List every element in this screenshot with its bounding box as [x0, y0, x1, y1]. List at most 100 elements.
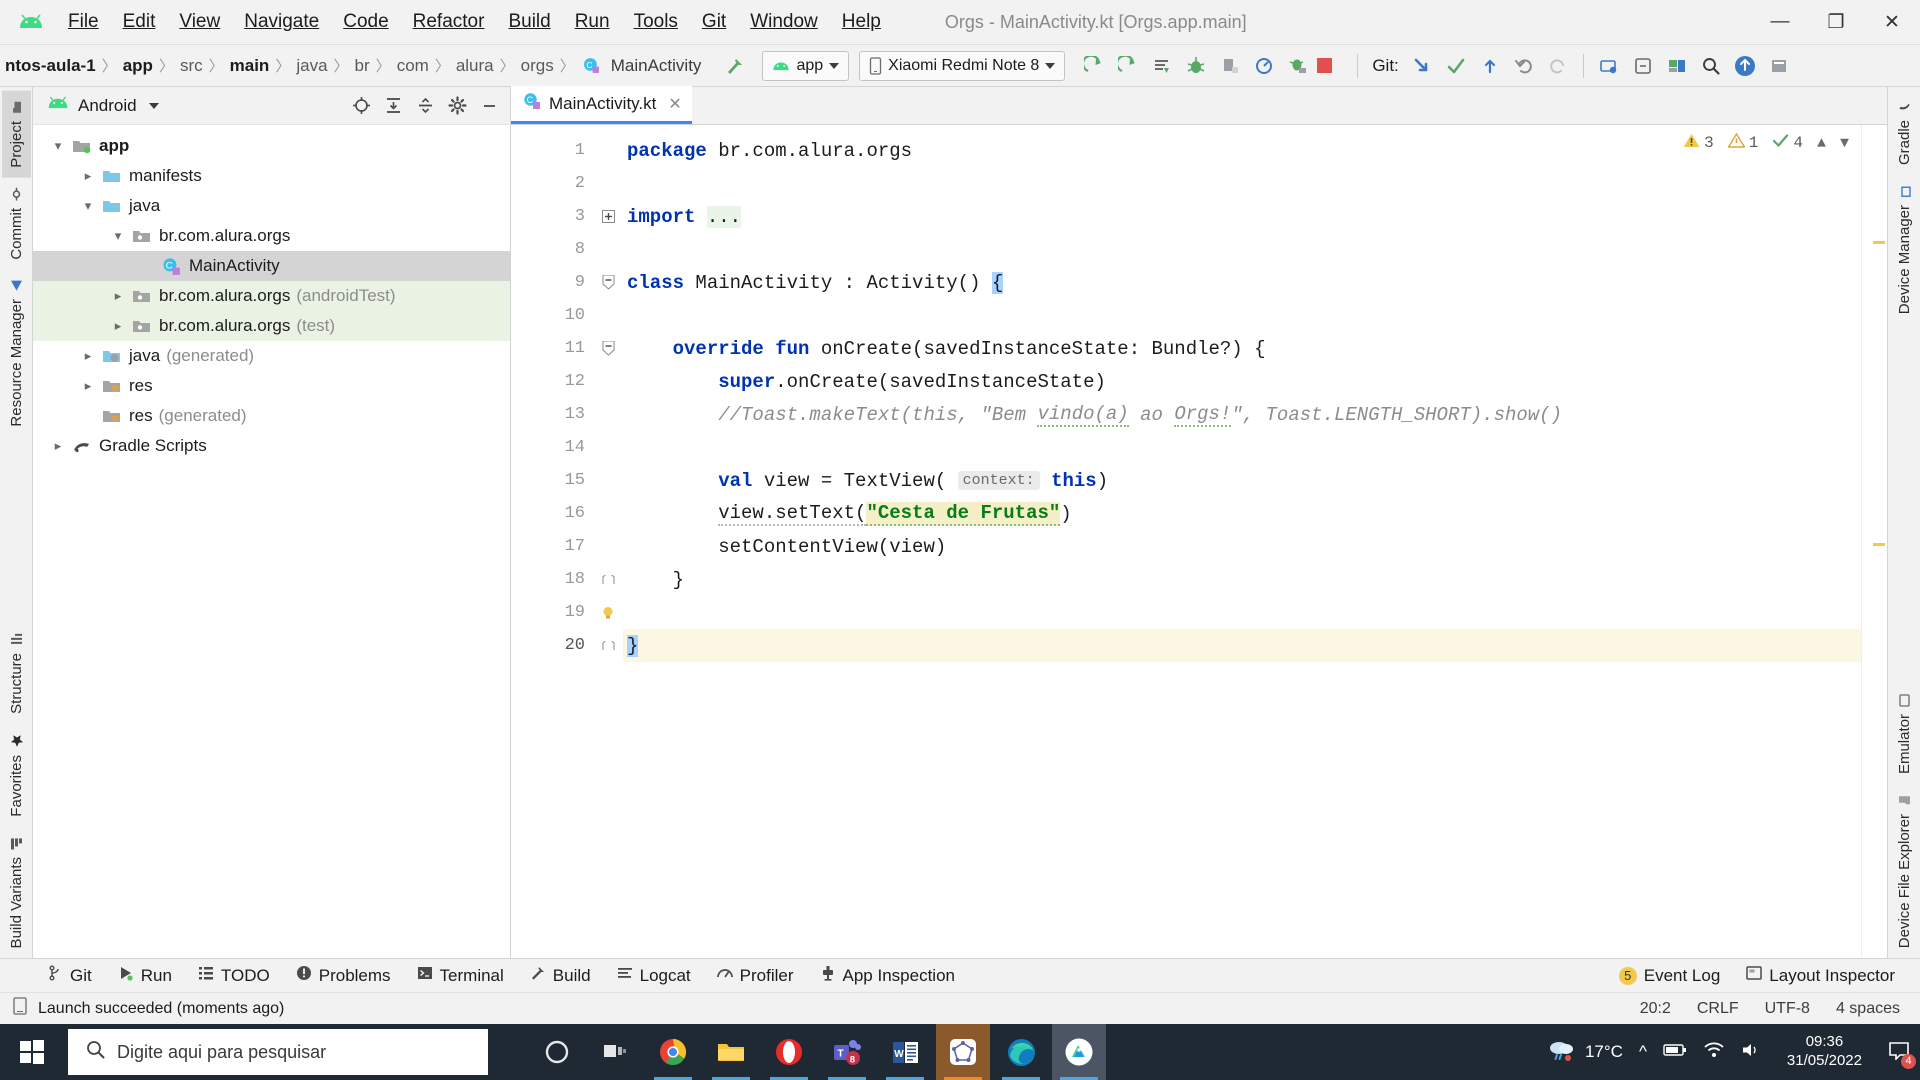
build-hammer-icon[interactable]	[718, 51, 752, 81]
tree-node-manifests[interactable]: ▸ manifests	[33, 161, 510, 191]
chevron-down-icon[interactable]: ▼	[1840, 135, 1849, 152]
inspection-ok-count[interactable]: 4	[1772, 133, 1803, 153]
search-icon[interactable]	[1694, 51, 1728, 81]
menu-navigate[interactable]: Navigate	[232, 7, 331, 37]
user-account-icon[interactable]	[1728, 51, 1762, 81]
run-with-coverage-icon[interactable]	[1281, 51, 1315, 81]
sidebar-item-resource-manager[interactable]: Resource Manager	[2, 269, 31, 437]
chrome-icon[interactable]	[646, 1024, 700, 1080]
error-stripe-markers[interactable]	[1861, 125, 1887, 958]
opera-icon[interactable]	[762, 1024, 816, 1080]
menu-view[interactable]: View	[167, 7, 232, 37]
code-content[interactable]: package br.com.alura.orgs import ... cla…	[623, 125, 1887, 958]
tool-window-event-log[interactable]: 5 Event Log	[1608, 963, 1732, 989]
breadcrumb-app[interactable]: app	[118, 54, 158, 78]
sidebar-item-commit[interactable]: Commit	[2, 178, 31, 270]
notifications-icon[interactable]	[1762, 51, 1796, 81]
sidebar-item-favorites[interactable]: Favorites	[2, 724, 31, 827]
tool-window-problems[interactable]: Problems	[285, 962, 402, 989]
attach-debugger-icon[interactable]	[1213, 51, 1247, 81]
tool-window-profiler[interactable]: Profiler	[706, 962, 805, 989]
breadcrumb-src[interactable]: src	[175, 54, 208, 78]
chevron-up-icon[interactable]: ▲	[1817, 135, 1826, 152]
tab-mainactivity-kt[interactable]: C MainActivity.kt ✕	[511, 86, 692, 124]
android-studio-icon[interactable]	[1052, 1024, 1106, 1080]
menu-build[interactable]: Build	[496, 7, 562, 37]
menu-tools[interactable]: Tools	[622, 7, 690, 37]
tool-window-terminal[interactable]: Terminal	[406, 962, 515, 989]
microsoft-word-icon[interactable]: W	[878, 1024, 932, 1080]
menu-file[interactable]: File	[56, 7, 111, 37]
menu-edit[interactable]: Edit	[111, 7, 168, 37]
inspection-summary[interactable]: 3 1 4 ▲ ▼	[1683, 132, 1849, 153]
microsoft-teams-icon[interactable]: T 8	[820, 1024, 874, 1080]
hide-icon[interactable]	[474, 92, 504, 120]
sdk-manager-icon[interactable]	[1626, 51, 1660, 81]
profile-icon[interactable]	[1247, 51, 1281, 81]
tree-node-res[interactable]: ▸ res	[33, 371, 510, 401]
warning-marker[interactable]	[1873, 543, 1885, 546]
redo-icon[interactable]	[1541, 51, 1575, 81]
tool-window-layout-inspector[interactable]: Layout Inspector	[1735, 962, 1906, 989]
tool-window-app-inspection[interactable]: App Inspection	[809, 962, 966, 989]
chevron-right-icon[interactable]: ▸	[77, 168, 99, 184]
microsoft-edge-icon[interactable]	[994, 1024, 1048, 1080]
minimize-button[interactable]: —	[1752, 0, 1808, 45]
breadcrumb-com[interactable]: com	[392, 54, 434, 78]
tree-node-java-generated[interactable]: ▸ java (generated)	[33, 341, 510, 371]
menu-run[interactable]: Run	[563, 7, 622, 37]
chevron-down-icon[interactable]	[148, 102, 159, 109]
geogebra-icon[interactable]	[936, 1024, 990, 1080]
chevron-right-icon[interactable]: ▸	[77, 348, 99, 364]
tree-node-java[interactable]: ▾ java	[33, 191, 510, 221]
code-editor[interactable]: 1 2 3 8 9 10 11 12 13 14 15 16 17 18 19 …	[511, 125, 1887, 958]
caret-position[interactable]: 20:2	[1640, 1000, 1671, 1018]
avd-manager-icon[interactable]	[1592, 51, 1626, 81]
bulb-hint-icon[interactable]	[593, 596, 623, 629]
collapse-all-icon[interactable]	[410, 92, 440, 120]
sidebar-item-build-variants[interactable]: Build Variants	[2, 827, 31, 958]
cortana-icon[interactable]	[530, 1024, 584, 1080]
menu-help[interactable]: Help	[830, 7, 893, 37]
close-button[interactable]: ✕	[1864, 0, 1920, 45]
breadcrumb-project[interactable]: ntos-aula-1	[0, 54, 101, 78]
tree-node-package-main[interactable]: ▾ br.com.alura.orgs	[33, 221, 510, 251]
run-configuration-selector[interactable]: app	[762, 50, 850, 81]
fold-end-class-icon[interactable]	[593, 629, 623, 662]
chevron-down-icon[interactable]: ▾	[107, 228, 129, 244]
apply-changes-icon[interactable]	[1145, 51, 1179, 81]
chevron-down-icon[interactable]: ▾	[77, 198, 99, 214]
rerun-icon[interactable]	[1111, 51, 1145, 81]
fold-end-fun-icon[interactable]	[593, 563, 623, 596]
taskbar-clock[interactable]: 09:36 31/05/2022	[1777, 1033, 1872, 1071]
start-button[interactable]	[0, 1024, 64, 1080]
layout-editor-icon[interactable]	[1660, 51, 1694, 81]
breadcrumb-orgs[interactable]: orgs	[516, 54, 559, 78]
chevron-right-icon[interactable]: ▸	[77, 378, 99, 394]
sidebar-item-structure[interactable]: Structure	[2, 623, 31, 724]
expand-all-icon[interactable]	[378, 92, 408, 120]
tree-node-res-generated[interactable]: ▸ res (generated)	[33, 401, 510, 431]
git-push-icon[interactable]	[1473, 51, 1507, 81]
warning-marker[interactable]	[1873, 241, 1885, 244]
settings-icon[interactable]	[442, 92, 472, 120]
debug-icon[interactable]	[1179, 51, 1213, 81]
locate-icon[interactable]	[346, 92, 376, 120]
menu-code[interactable]: Code	[331, 7, 400, 37]
wifi-icon[interactable]	[1703, 1042, 1725, 1063]
tool-window-git[interactable]: Git	[36, 962, 103, 989]
weak-warning-count[interactable]: 1	[1726, 132, 1758, 153]
sidebar-item-project[interactable]: Project	[1, 91, 31, 178]
breadcrumb-br[interactable]: br	[350, 54, 375, 78]
file-encoding[interactable]: UTF-8	[1765, 1000, 1810, 1018]
warning-count[interactable]: 3	[1683, 133, 1714, 153]
git-update-icon[interactable]	[1405, 51, 1439, 81]
breadcrumb-java[interactable]: java	[291, 54, 332, 78]
git-commit-icon[interactable]	[1439, 51, 1473, 81]
weather-widget[interactable]: 17°C	[1547, 1038, 1623, 1067]
tool-window-logcat[interactable]: Logcat	[606, 962, 702, 989]
tree-node-package-androidtest[interactable]: ▸ br.com.alura.orgs (androidTest)	[33, 281, 510, 311]
sidebar-item-device-file-explorer[interactable]: Device File Explorer	[1890, 784, 1919, 958]
file-explorer-icon[interactable]	[704, 1024, 758, 1080]
search-input[interactable]: Digite aqui para pesquisar	[68, 1029, 488, 1075]
